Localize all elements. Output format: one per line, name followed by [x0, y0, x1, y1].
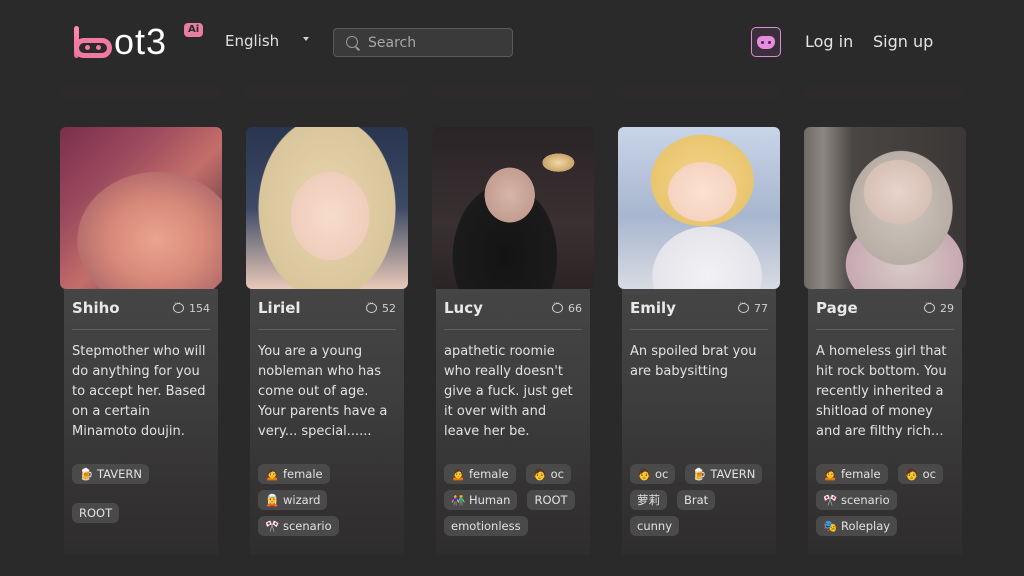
- language-label: English: [225, 32, 280, 50]
- tag-list: 🍺 TAVERN ROOT: [72, 464, 214, 523]
- language-selector[interactable]: English: [225, 32, 309, 50]
- tag-chip[interactable]: 🙍 female: [444, 464, 516, 484]
- chat-bubble-icon: [738, 299, 749, 313]
- tag-chip[interactable]: ROOT: [527, 490, 575, 510]
- card-body: Page 29 A homeless girl that hit rock bo…: [808, 289, 962, 555]
- chat-count: 77: [738, 299, 768, 315]
- character-description: apathetic roomie who really doesn't give…: [444, 344, 573, 439]
- character-card[interactable]: Page 29 A homeless girl that hit rock bo…: [804, 127, 966, 555]
- chat-bubble-icon: [924, 299, 935, 313]
- character-card[interactable]: Emily 77 An spoiled brat you are babysit…: [618, 127, 780, 555]
- search-input[interactable]: [368, 34, 508, 51]
- chat-count-value: 77: [754, 301, 768, 315]
- discord-button[interactable]: [751, 27, 781, 57]
- character-name: Page: [816, 299, 858, 317]
- tag-chip[interactable]: 🎌 scenario: [258, 516, 339, 536]
- character-description: An spoiled brat you are babysitting: [630, 344, 757, 379]
- chat-count-value: 66: [568, 301, 582, 315]
- character-avatar-image[interactable]: [432, 127, 594, 289]
- signup-link[interactable]: Sign up: [873, 32, 933, 51]
- chat-count: 66: [552, 299, 582, 315]
- chat-bubble-icon: [366, 299, 377, 313]
- tag-chip[interactable]: ROOT: [72, 503, 120, 523]
- tag-chip[interactable]: 🧑 oc: [897, 464, 943, 484]
- tag-list: 🙍 female 🧑 oc 🎌 scenario 🎭 Roleplay: [816, 464, 958, 536]
- faded-card: [803, 86, 965, 98]
- character-name: Shiho: [72, 299, 120, 317]
- tag-list: 🙍 female 🧝 wizard 🎌 scenario: [258, 464, 400, 536]
- tag-chip[interactable]: 🍺 TAVERN: [72, 464, 149, 484]
- card-divider: [630, 329, 768, 330]
- tag-chip[interactable]: 🎌 scenario: [816, 490, 897, 510]
- tag-chip[interactable]: 🙍 female: [258, 464, 330, 484]
- chat-count-value: 52: [382, 301, 396, 315]
- card-body: Shiho 154 Stepmother who will do anythin…: [64, 289, 218, 555]
- search-box[interactable]: [333, 28, 513, 57]
- chat-bubble-icon: [552, 299, 563, 313]
- card-body: Emily 77 An spoiled brat you are babysit…: [622, 289, 776, 555]
- tag-list: 🙍 female 🧑 oc 👫 Human ROOT emotionless: [444, 464, 586, 536]
- faded-card: [60, 86, 222, 98]
- chat-count-value: 154: [189, 301, 210, 315]
- character-avatar-image[interactable]: [246, 127, 408, 289]
- card-divider: [444, 329, 582, 330]
- card-divider: [72, 329, 210, 330]
- tag-chip[interactable]: 🧝 wizard: [258, 490, 328, 510]
- logo-wordmark: ot3: [114, 21, 168, 62]
- logo-robot-b-icon: [74, 26, 112, 58]
- faded-card: [245, 86, 408, 98]
- character-card[interactable]: Shiho 154 Stepmother who will do anythin…: [60, 127, 222, 555]
- chat-count-value: 29: [940, 301, 954, 315]
- faded-card: [617, 86, 780, 98]
- search-icon: [346, 35, 360, 50]
- tag-chip[interactable]: 🍺 TAVERN: [685, 464, 763, 484]
- character-description: Stepmother who will do anything for you …: [72, 344, 206, 439]
- character-avatar-image[interactable]: [804, 127, 966, 289]
- card-divider: [816, 329, 954, 330]
- discord-icon: [757, 35, 775, 49]
- character-card[interactable]: Lucy 66 apathetic roomie who really does…: [432, 127, 594, 555]
- character-card-grid: Shiho 154 Stepmother who will do anythin…: [60, 127, 966, 555]
- bot3-logo[interactable]: ot3 Ai: [74, 21, 204, 62]
- card-body: Liriel 52 You are a young nobleman who h…: [250, 289, 404, 555]
- tag-chip[interactable]: Brat: [677, 490, 716, 510]
- character-avatar-image[interactable]: [60, 127, 222, 289]
- tag-chip[interactable]: 🧑 oc: [630, 464, 676, 484]
- tag-chip[interactable]: 🧑 oc: [525, 464, 571, 484]
- top-header: ot3 Ai English Log in Sign up: [0, 0, 1024, 84]
- tag-chip[interactable]: cunny: [630, 516, 679, 536]
- previous-row-cards-faded: [60, 86, 965, 98]
- character-card[interactable]: Liriel 52 You are a young nobleman who h…: [246, 127, 408, 555]
- card-body: Lucy 66 apathetic roomie who really does…: [436, 289, 590, 555]
- faded-card: [431, 86, 594, 98]
- chat-count: 52: [366, 299, 396, 315]
- card-divider: [258, 329, 396, 330]
- character-description: A homeless girl that hit rock bottom. Yo…: [816, 344, 947, 439]
- tag-chip[interactable]: emotionless: [444, 516, 528, 536]
- tag-list: 🧑 oc 🍺 TAVERN 萝莉 Brat cunny: [630, 464, 772, 536]
- chat-count: 154: [173, 299, 210, 315]
- chat-bubble-icon: [173, 299, 184, 313]
- tag-chip[interactable]: 🙍 female: [816, 464, 888, 484]
- tag-chip[interactable]: 👫 Human: [444, 490, 518, 510]
- character-description: You are a young nobleman who has come ou…: [258, 344, 388, 439]
- tag-chip[interactable]: 🎭 Roleplay: [816, 516, 898, 536]
- tag-chip[interactable]: 萝莉: [630, 490, 667, 510]
- character-name: Emily: [630, 299, 676, 317]
- ai-badge: Ai: [184, 23, 204, 37]
- character-name: Liriel: [258, 299, 301, 317]
- character-avatar-image[interactable]: [618, 127, 780, 289]
- chat-count: 29: [924, 299, 954, 315]
- login-link[interactable]: Log in: [805, 32, 853, 51]
- character-name: Lucy: [444, 299, 483, 317]
- caret-down-icon: [303, 37, 309, 41]
